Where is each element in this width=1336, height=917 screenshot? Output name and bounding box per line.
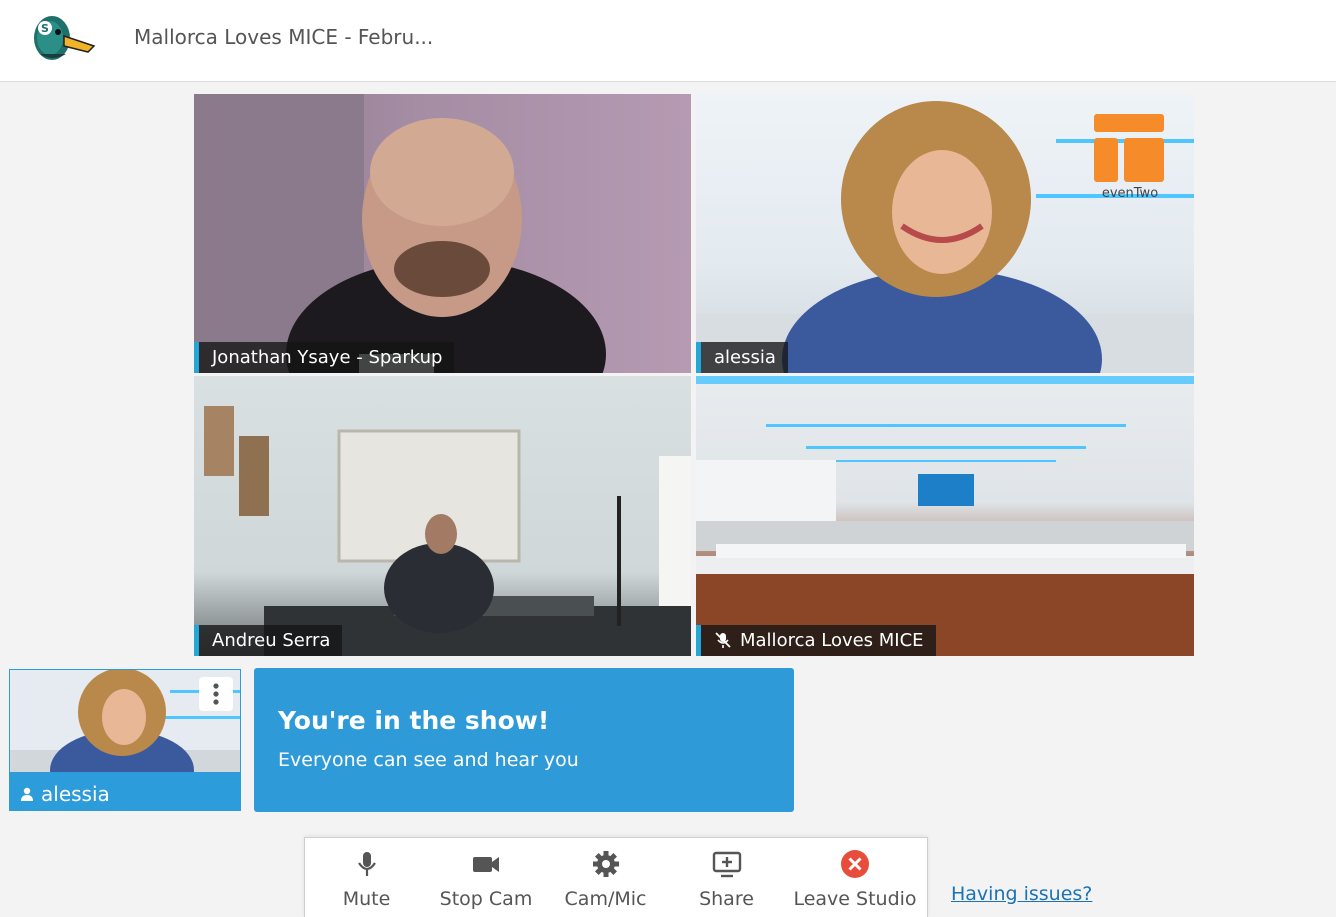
cam-mic-label: Cam/Mic [564,888,647,910]
screen-share-icon [712,851,741,878]
participant-tile[interactable]: evenTwo alessia [696,94,1194,373]
participant-name: Mallorca Loves MICE [696,625,936,656]
more-options-button[interactable] [199,677,233,711]
eventwo-logo-text: evenTwo [1101,186,1159,201]
mute-label: Mute [342,888,391,910]
having-issues-link[interactable]: Having issues? [951,883,1092,905]
more-vertical-icon [213,683,219,705]
participant-name-text: Mallorca Loves MICE [740,630,924,651]
person-icon [21,787,33,801]
leave-studio-label: Leave Studio [793,888,917,910]
participant-video [204,406,691,656]
self-video [10,670,240,772]
video-camera-icon [473,857,499,872]
participant-tile[interactable]: Andreu Serra [194,376,691,656]
status-subtitle: Everyone can see and hear you [278,749,579,771]
svg-text:S: S [41,22,49,35]
duck-logo-icon: S [30,8,98,64]
status-title: You're in the show! [278,706,550,735]
mic-muted-icon [714,628,732,648]
participant-name: Andreu Serra [194,625,343,656]
event-title: Mallorca Loves MICE - Febru... [134,25,434,49]
stop-cam-button[interactable]: Stop Cam [430,838,542,917]
participant-tile[interactable]: Mallorca Loves MICE [696,376,1194,656]
participant-name: Jonathan Ysaye - Sparkup [194,342,455,373]
participant-video [696,376,1194,656]
microphone-icon [357,852,376,876]
self-name-bar: alessia [9,774,241,811]
studio-toolbar: Mute Stop Cam Cam/Mic Share Leave Studio [304,837,928,917]
self-view-tile[interactable]: alessia [9,669,241,811]
participant-video [194,94,606,373]
mute-button[interactable]: Mute [315,838,418,917]
share-label: Share [699,888,754,910]
top-bar: S Mallorca Loves MICE - Febru... [0,0,1336,82]
self-name-text: alessia [41,782,110,806]
close-circle-icon [841,850,869,878]
participant-tile[interactable]: Jonathan Ysaye - Sparkup [194,94,691,373]
gear-icon [592,851,619,877]
stop-cam-label: Stop Cam [439,888,533,910]
eventwo-logo: evenTwo [1092,114,1168,202]
participant-name: alessia [696,342,788,373]
leave-studio-button[interactable]: Leave Studio [791,838,919,917]
share-button[interactable]: Share [675,838,778,917]
cam-mic-settings-button[interactable]: Cam/Mic [554,838,657,917]
in-show-status-card: You're in the show! Everyone can see and… [254,668,794,812]
